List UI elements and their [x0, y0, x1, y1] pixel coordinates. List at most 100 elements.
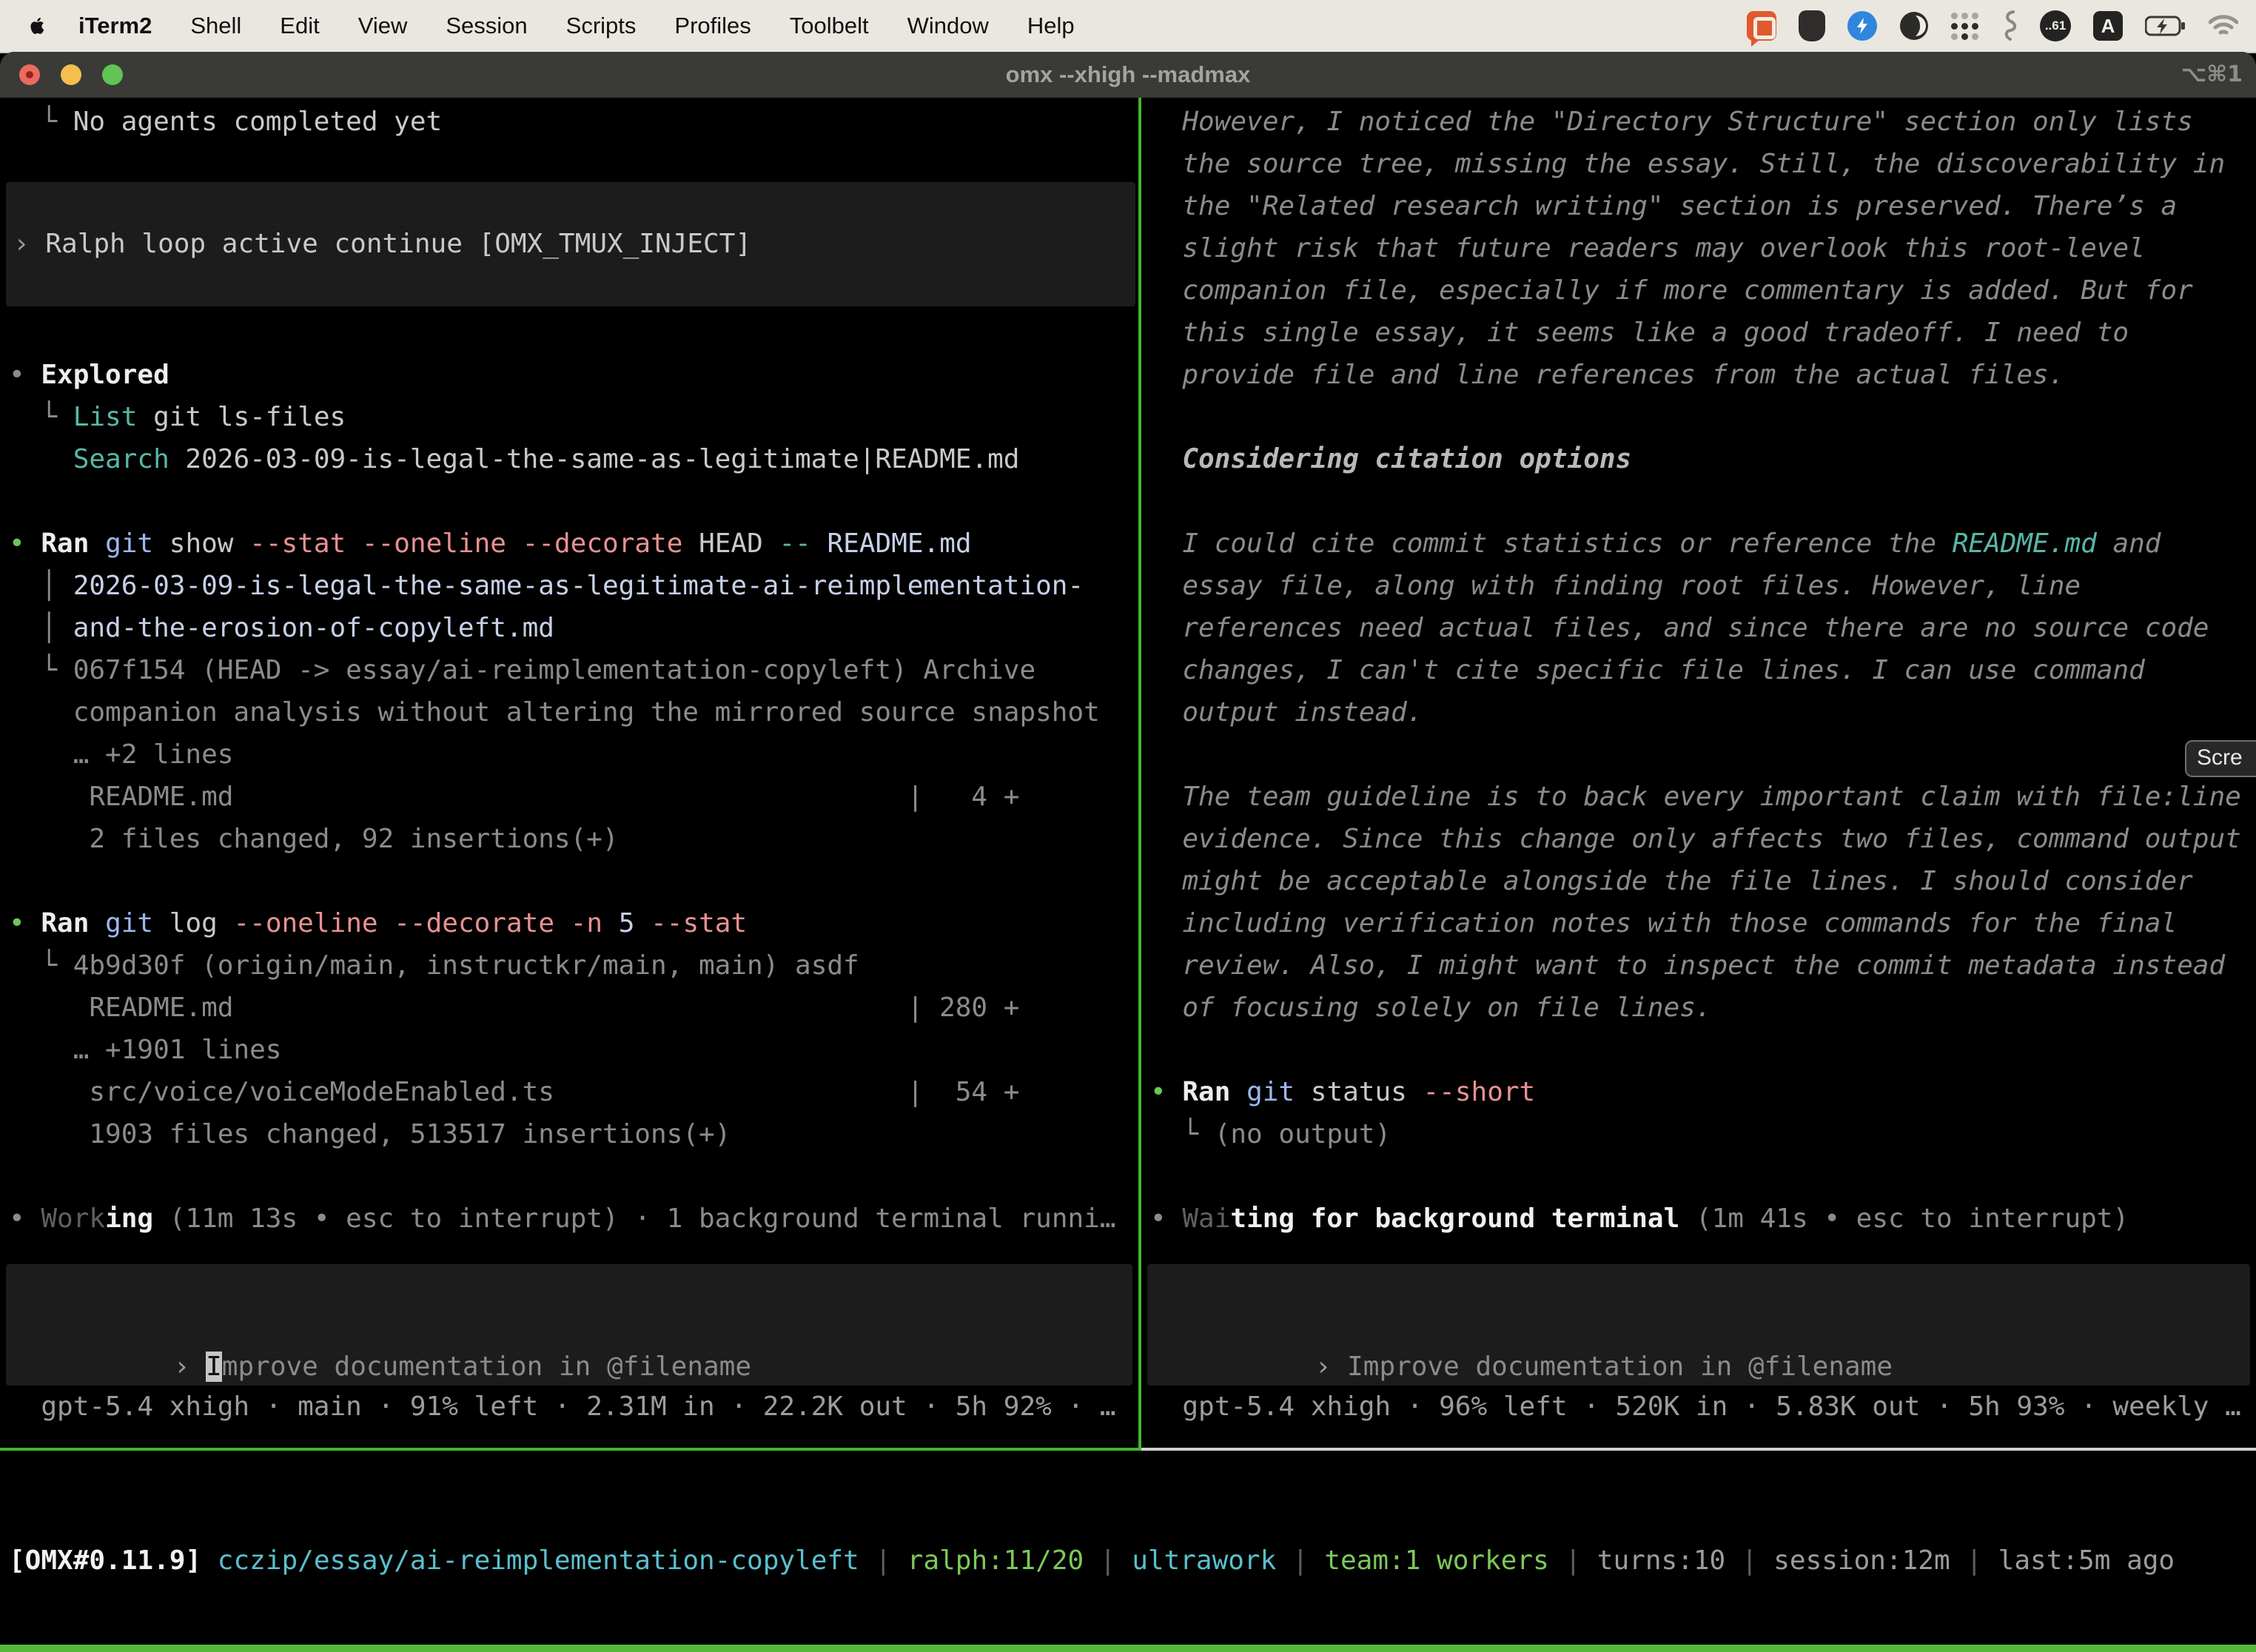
- tmux-status-bar: [omx-cczip0:bash* "MacBook-Pro-44.local"…: [0, 1645, 2256, 1652]
- terminal-text-segment: status: [1295, 1077, 1423, 1107]
- terminal-text-segment: git ls-files: [137, 402, 346, 432]
- terminal-line: • Waiting for background terminal (1m 41…: [1150, 1198, 2256, 1240]
- terminal-text-segment: Search: [73, 444, 169, 474]
- terminal-text-segment: README.md | 280 +: [9, 993, 1019, 1023]
- terminal-text-segment: The team guideline is to back every impo…: [1150, 782, 2241, 812]
- battery-percent-badge-icon[interactable]: ..61: [2040, 10, 2071, 41]
- menu-item-view[interactable]: View: [358, 13, 408, 39]
- left-prompt-cursor: I: [206, 1352, 222, 1382]
- terminal-text-segment: │: [9, 613, 73, 643]
- terminal-line: │ 2026-03-09-is-legal-the-same-as-legiti…: [9, 565, 1138, 607]
- minimize-button[interactable]: [61, 64, 81, 85]
- terminal-text-segment: •: [9, 1203, 41, 1234]
- terminal-text-segment: git: [105, 908, 153, 939]
- menu-item-help[interactable]: Help: [1027, 13, 1075, 39]
- terminal-text-segment: [9, 444, 73, 474]
- hook-squiggle-icon[interactable]: [2001, 10, 2018, 42]
- terminal-text-segment: |: [1084, 1545, 1132, 1576]
- terminal-text-segment: evidence. Since this change only affects…: [1150, 824, 2241, 854]
- pane-right[interactable]: However, I noticed the "Directory Struct…: [1141, 98, 2256, 1451]
- terminal-text-segment: this single essay, it seems like a good …: [1150, 318, 2129, 348]
- menu-item-profiles[interactable]: Profiles: [674, 13, 751, 39]
- right-prompt-line[interactable]: › Improve documentation in @filename: [1155, 1303, 1893, 1346]
- window-title-bar[interactable]: omx --xhigh --madmax ⌥⌘1: [0, 52, 2256, 98]
- terminal-text-segment: and-the-erosion-of-copyleft.md: [73, 613, 554, 643]
- dots-grid-icon[interactable]: [1951, 12, 1979, 40]
- terminal-text-segment: including verification notes with those …: [1150, 908, 2177, 939]
- terminal-line: [1150, 1029, 2256, 1071]
- terminal-line: [1150, 396, 2256, 438]
- terminal-text-segment: last:5m ago: [1998, 1545, 2175, 1576]
- battery-icon[interactable]: [2145, 16, 2186, 36]
- terminal-text-segment: output instead.: [1150, 697, 1423, 728]
- close-button[interactable]: [19, 64, 40, 85]
- terminal-text-segment: git: [105, 528, 153, 559]
- terminal-text-segment: [OMX#0.11.9]: [9, 1545, 201, 1576]
- terminal-text-segment: |: [1725, 1545, 1773, 1576]
- wifi-icon[interactable]: [2209, 15, 2238, 37]
- terminal-line: [9, 1155, 1138, 1198]
- shield-keypad-icon[interactable]: [1799, 10, 1825, 41]
- terminal-text-segment: --oneline: [233, 908, 377, 939]
- terminal-text-segment: 067f154 (HEAD -> essay/ai-reimplementati…: [73, 655, 1035, 685]
- menu-item-toolbelt[interactable]: Toolbelt: [790, 13, 869, 39]
- terminal-text-segment: and: [2097, 528, 2161, 559]
- terminal-line: • Working (11m 13s • esc to interrupt) ·…: [9, 1198, 1138, 1240]
- terminal-text-segment: •: [9, 360, 41, 390]
- terminal-text-segment: [602, 908, 619, 939]
- terminal-text-segment: git: [1246, 1077, 1295, 1107]
- right-prompt-box[interactable]: › Improve documentation in @filename: [1147, 1264, 2250, 1386]
- left-prompt-box[interactable]: › Improve documentation in @filename: [6, 1264, 1132, 1386]
- ralph-inject-line: › Ralph loop active continue [OMX_TMUX_I…: [13, 223, 751, 265]
- right-prompt-text: Improve documentation in @filename: [1347, 1352, 1893, 1382]
- dark-crescent-icon[interactable]: [1899, 11, 1929, 41]
- left-prompt-chevron: ›: [174, 1352, 206, 1382]
- menu-item-shell[interactable]: Shell: [190, 13, 241, 39]
- terminal-line: review. Also, I might want to inspect th…: [1150, 944, 2256, 987]
- left-status-line: gpt-5.4 xhigh · main · 91% left · 2.31M …: [9, 1386, 1138, 1428]
- pane-left[interactable]: └ No agents completed yet• Explored └ Li…: [0, 98, 1138, 1451]
- terminal-line: src/voice/voiceModeEnabled.ts | 54 +: [9, 1071, 1138, 1113]
- terminal-text-segment: HEAD: [682, 528, 779, 559]
- terminal-line: └ 067f154 (HEAD -> essay/ai-reimplementa…: [9, 649, 1138, 691]
- terminal-line: └ (no output): [1150, 1113, 2256, 1155]
- terminal-text-segment: 1903 files changed, 513517 insertions(+): [9, 1119, 731, 1149]
- terminal-text-segment: [811, 528, 827, 559]
- terminal-text-segment: cczip/essay/ai-reimplementation-copyleft: [218, 1545, 859, 1576]
- terminal-line: Search 2026-03-09-is-legal-the-same-as-l…: [9, 438, 1138, 480]
- terminal-text-segment: 4b9d30f (origin/main, instructkr/main, m…: [73, 950, 859, 981]
- menu-item-scripts[interactable]: Scripts: [566, 13, 637, 39]
- terminal-text-segment: src/voice/voiceModeEnabled.ts | 54 +: [9, 1077, 1019, 1107]
- terminal-text-segment: 2026-03-09-is-legal-the-same-as-legitima…: [73, 571, 1084, 601]
- terminal-line: [1150, 1155, 2256, 1198]
- chat-app-icon-inner: [1753, 17, 1776, 39]
- blue-bolt-badge-icon[interactable]: [1847, 11, 1877, 41]
- menu-item-session[interactable]: Session: [446, 13, 527, 39]
- terminal-text-segment: provide file and line references from th…: [1150, 360, 2064, 390]
- iterm2-window: omx --xhigh --madmax ⌥⌘1 └ No agents com…: [0, 52, 2256, 1652]
- terminal-text-segment: show: [153, 528, 249, 559]
- apple-menu-icon[interactable]: [28, 15, 47, 37]
- zoom-button[interactable]: [102, 64, 123, 85]
- terminal-text-segment: │: [9, 571, 73, 601]
- terminal-text-segment: (1m 41s • esc to interrupt): [1679, 1203, 2129, 1234]
- terminal-line: └ 4b9d30f (origin/main, instructkr/main,…: [9, 944, 1138, 987]
- terminal-line: changes, I can't cite specific file line…: [1150, 649, 2256, 691]
- terminal-text-segment: -n: [571, 908, 602, 939]
- terminal-text-segment: README.md: [827, 528, 972, 559]
- terminal-text-segment: Ran: [41, 528, 89, 559]
- terminal-line: 1903 files changed, 513517 insertions(+): [9, 1113, 1138, 1155]
- terminal-text-segment: |: [1276, 1545, 1324, 1576]
- terminal-text-segment: No agents completed yet: [73, 107, 443, 137]
- screen-share-overlay-button[interactable]: Scre: [2185, 740, 2256, 777]
- terminal-text-segment: (11m 13s • esc to interrupt) · 1 backgro…: [153, 1203, 1115, 1234]
- menu-item-app[interactable]: iTerm2: [78, 13, 152, 39]
- terminal-text-segment: of focusing solely on file lines.: [1150, 993, 1712, 1023]
- left-prompt-line[interactable]: › Improve documentation in @filename: [13, 1303, 751, 1346]
- menu-item-window[interactable]: Window: [907, 13, 989, 39]
- menu-item-edit[interactable]: Edit: [280, 13, 319, 39]
- keyboard-layout-icon[interactable]: A: [2093, 11, 2123, 41]
- chat-app-icon[interactable]: [1747, 11, 1776, 41]
- terminal-text-segment: … +1901 lines: [9, 1035, 281, 1065]
- terminal-text-segment: ting for background terminal: [1230, 1203, 1679, 1234]
